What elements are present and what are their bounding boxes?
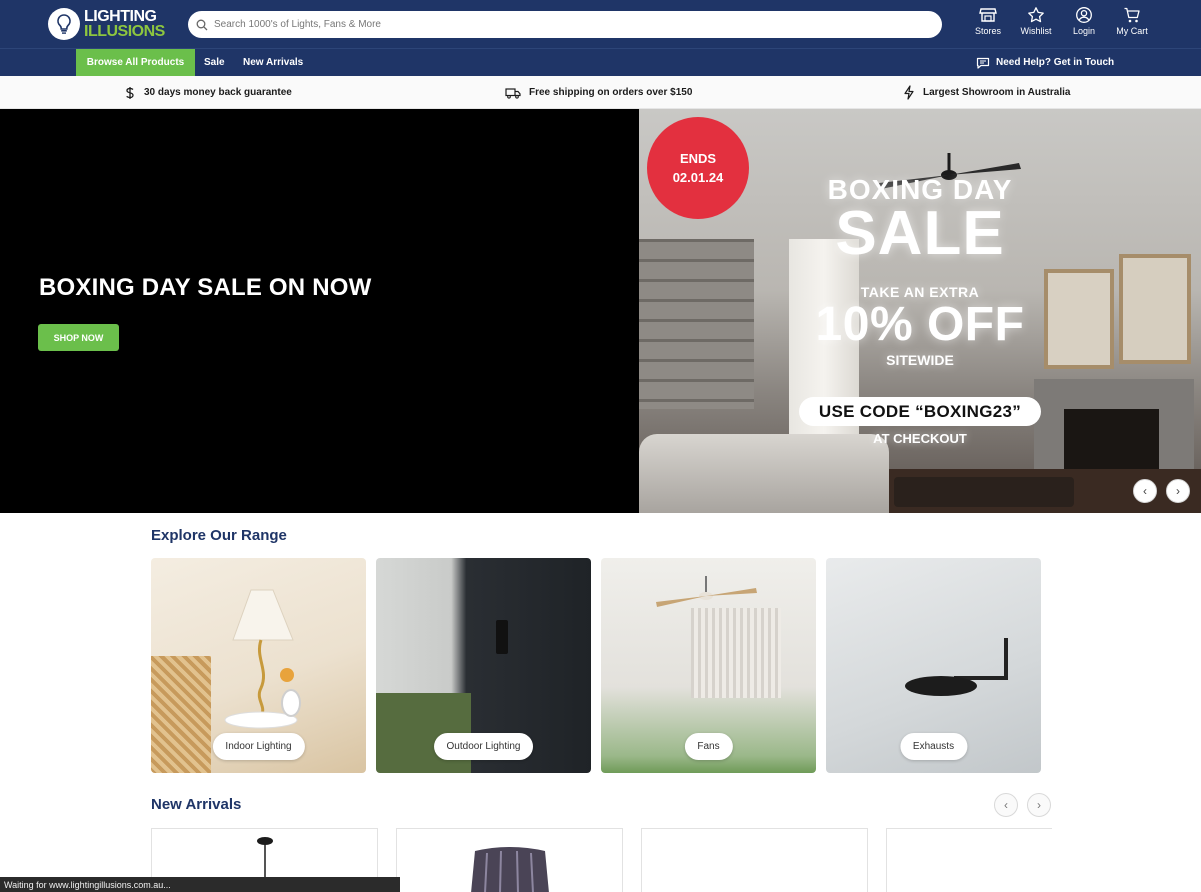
new-arrivals-next-button[interactable]: › [1027,793,1051,817]
promo-sale: SALE [835,199,1005,268]
logo-line1: LIGHTING [84,8,157,25]
stores-button[interactable]: Stores [964,6,1012,36]
hero-left-panel: BOXING DAY SALE ON NOW SHOP NOW [0,109,639,513]
hero-promo-image[interactable]: ENDS 02.01.24 BOXING DAY SALE TAKE AN EX… [639,109,1201,513]
hero-title: BOXING DAY SALE ON NOW [39,274,372,301]
wall-art-frame [1119,254,1191,364]
range-card-indoor-lighting[interactable]: Indoor Lighting [151,558,366,773]
search-icon [196,19,208,30]
chevron-left-icon: ‹ [1143,484,1147,498]
fans-label: Fans [684,733,733,760]
user-icon [1076,7,1092,23]
usp-shipping: Free shipping on orders over $150 [505,76,692,109]
nav-new-arrivals-link[interactable]: New Arrivals [243,49,303,76]
wishlist-label: Wishlist [1020,26,1052,36]
exhausts-label: Exhausts [899,733,968,760]
lightning-icon [904,85,914,100]
rattan-chair [151,656,211,773]
promo-at-checkout: AT CHECKOUT [873,431,967,446]
range-card-outdoor-lighting[interactable]: Outdoor Lighting [376,558,591,773]
stores-label: Stores [974,26,1001,36]
help-label: Need Help? Get in Touch [996,57,1115,68]
dollar-icon [126,86,134,99]
site-logo[interactable]: LIGHTING ILLUSIONS [48,7,168,41]
coffee-table [894,477,1074,507]
cart-label: My Cart [1116,26,1148,36]
lightbulb-icon [48,8,80,40]
indoor-lighting-label: Indoor Lighting [212,733,305,760]
browse-all-products-button[interactable]: Browse All Products [76,49,195,76]
hero-banner: BOXING DAY SALE ON NOW SHOP NOW ENDS 02.… [0,109,1201,513]
product-card[interactable] [396,828,623,892]
room-shelf [639,239,754,409]
nav-sale-link[interactable]: Sale [204,49,225,76]
browser-status-bar: Waiting for www.lightingillusions.com.au… [0,877,400,892]
cart-icon [1124,7,1140,23]
hero-next-button[interactable]: › [1166,479,1190,503]
usp-shipping-text: Free shipping on orders over $150 [529,87,693,98]
usp-showroom-text: Largest Showroom in Australia [923,87,1071,98]
range-card-exhausts[interactable]: Exhausts [826,558,1041,773]
new-arrivals-title: New Arrivals [151,796,242,813]
wall-art-frame [1044,269,1114,369]
logo-line2: ILLUSIONS [84,23,165,40]
promo-sitewide: SITEWIDE [886,352,954,368]
star-icon [1028,7,1044,23]
chat-icon [976,57,990,69]
usp-guarantee-text: 30 days money back guarantee [144,87,292,98]
promo-discount: 10% OFF [815,298,1025,351]
top-header: LIGHTING ILLUSIONS Stores Wishlist Login… [0,0,1201,48]
product-card[interactable] [641,828,868,892]
help-link[interactable]: Need Help? Get in Touch [976,49,1114,76]
main-nav: Browse All Products Sale New Arrivals Ne… [0,48,1201,76]
new-arrivals-prev-button[interactable]: ‹ [994,793,1018,817]
wishlist-button[interactable]: Wishlist [1012,6,1060,36]
header-actions: Stores Wishlist Login My Cart [964,6,1156,36]
usp-guarantee: 30 days money back guarantee [124,76,292,109]
shower-head-icon [905,638,1008,696]
lantern-icon [471,847,549,892]
store-icon [979,8,997,22]
usp-bar: 30 days money back guarantee Free shippi… [0,76,1201,109]
wall-light-icon [496,620,508,654]
chevron-left-icon: ‹ [1004,798,1008,812]
promo-code-pill: USE CODE “BOXING23” [799,397,1041,426]
badge-date: 02.01.24 [672,170,724,185]
chevron-right-icon: › [1176,484,1180,498]
login-button[interactable]: Login [1060,6,1108,36]
outdoor-lighting-label: Outdoor Lighting [433,733,534,760]
search-bar [188,11,942,38]
product-card[interactable] [886,828,1052,892]
chevron-right-icon: › [1037,798,1041,812]
sale-end-badge: ENDS 02.01.24 [647,117,749,219]
hero-prev-button[interactable]: ‹ [1133,479,1157,503]
promo-text-block: BOXING DAY SALE TAKE AN EXTRA 10% OFF SI… [789,174,1051,368]
search-input[interactable] [214,19,914,30]
window-blinds [691,608,781,698]
truck-icon [505,87,521,99]
explore-title: Explore Our Range [151,527,287,544]
range-card-fans[interactable]: Fans [601,558,816,773]
badge-ends-label: ENDS [679,151,717,166]
cart-button[interactable]: My Cart [1108,6,1156,36]
login-label: Login [1072,26,1096,36]
usp-showroom: Largest Showroom in Australia [903,76,1070,109]
shop-now-button[interactable]: SHOP NOW [38,324,119,351]
